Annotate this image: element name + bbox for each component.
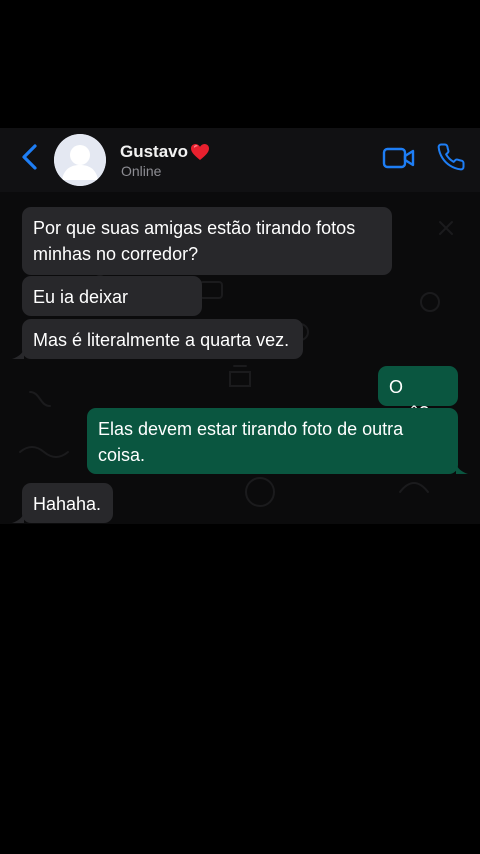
bubble-tail <box>456 464 468 474</box>
bubble-tail <box>12 513 24 523</box>
contact-status: Online <box>121 163 162 179</box>
contact-name: Gustavo <box>120 142 189 161</box>
message-text: Hahaha. <box>33 494 102 514</box>
video-camera-icon <box>382 147 415 169</box>
phone-icon <box>437 143 465 171</box>
message-incoming: Mas é literalmente a quarta vez. <box>22 319 303 359</box>
default-person-avatar-icon <box>54 134 106 186</box>
bubble-tail <box>12 349 24 359</box>
avatar[interactable] <box>54 134 106 186</box>
back-button[interactable] <box>18 142 44 172</box>
message-incoming: Eu ia deixar passar. <box>22 276 202 333</box>
chevron-left-icon <box>22 144 37 170</box>
message-text: Mas é literalmente a quarta vez. <box>33 330 290 350</box>
heart-emoji-icon <box>191 144 210 160</box>
message-outgoing: O quê? <box>378 366 458 423</box>
message-incoming: Hahaha. <box>22 483 113 523</box>
chat-header: Gustavo Online <box>0 128 480 192</box>
contact-name-row[interactable]: Gustavo <box>120 141 210 163</box>
video-call-button[interactable] <box>382 146 416 170</box>
voice-call-button[interactable] <box>436 142 466 172</box>
message-outgoing: Elas devem estar tirando foto de outra c… <box>87 408 458 474</box>
message-text: Por que suas amigas estão tirando fotos … <box>33 218 356 264</box>
message-list[interactable]: Por que suas amigas estão tirando fotos … <box>0 192 480 524</box>
message-incoming: Por que suas amigas estão tirando fotos … <box>22 207 392 275</box>
message-text: Elas devem estar tirando foto de outra c… <box>98 419 404 465</box>
